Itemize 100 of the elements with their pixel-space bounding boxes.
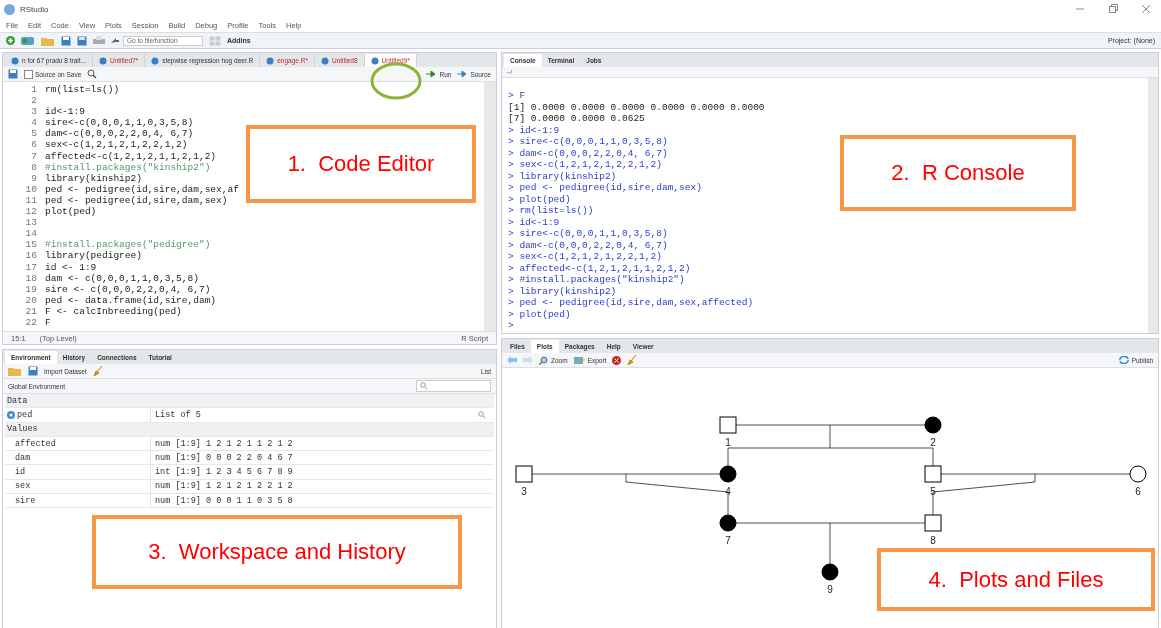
image-icon (573, 355, 585, 365)
arrow-icon (111, 36, 120, 45)
console-line: > dam<-c(0,0,0,2,2,0,4, 6,7) (508, 239, 668, 251)
expand-icon[interactable] (7, 410, 15, 419)
line-number: 22 (24, 316, 38, 329)
variable-name: dam (14, 452, 32, 463)
console-line: > dam<-c(0,0,0,2,2,0,4, 6,7) (508, 147, 668, 159)
console-line: > sex<-c(1,2,1,2,1,2,2,1,2) (508, 251, 662, 263)
line-number: 18 (24, 272, 38, 284)
line-number: 15 (24, 239, 38, 251)
new-file-icon[interactable] (6, 36, 15, 45)
file-icon (370, 56, 379, 65)
code-line: dam<-c(0,0,0,2,2,0,4, 6,7) (45, 128, 194, 140)
code-line: rm(list=ls()) (45, 84, 120, 96)
annotation-callout: 2. R Console (840, 135, 1076, 211)
search-field[interactable] (416, 380, 491, 392)
line-number: 12 (24, 206, 38, 218)
code-line: F (45, 316, 51, 329)
magnifier-icon (539, 355, 548, 365)
console-line: > affected<-c(1,2,1,2,1,1,2,1,2) (508, 262, 691, 274)
line-number: 5 (30, 128, 38, 140)
line-number: 8 (30, 161, 38, 173)
line-number: 16 (24, 250, 38, 262)
save-icon[interactable] (8, 69, 18, 79)
annotation-callout: 3. Workspace and History (92, 515, 462, 589)
annotation-callout: 1. Code Editor (246, 125, 476, 203)
annotation-callout: 4. Plots and Files (877, 548, 1155, 611)
restore-icon[interactable] (1108, 4, 1118, 14)
line-number: 13 (24, 217, 38, 229)
node-label: 7 (725, 535, 731, 546)
search-icon[interactable] (87, 69, 98, 79)
line-number: 21 (24, 305, 38, 317)
code-line: library(pedigree) (45, 250, 142, 262)
broom-icon[interactable] (92, 366, 103, 376)
app-logo-icon (4, 3, 15, 15)
save-icon[interactable] (61, 35, 71, 46)
variable-value: num [1:9] 0 0 0 1 1 0 3 5 8 (150, 494, 494, 508)
line-number: 3 (30, 106, 38, 118)
remove-plot-icon[interactable] (612, 355, 622, 365)
variable-name: sire (14, 495, 37, 506)
console-line: > ped <- pedigree(id,sire,dam,sex) (508, 182, 702, 194)
file-icon (151, 56, 160, 65)
console-line: > id<-1:9 (508, 124, 560, 136)
node-label: 1 (725, 437, 731, 448)
console-line: > ped <- pedigree(id,sire,dam,sex,affected) (508, 297, 754, 309)
close-icon[interactable] (1141, 4, 1151, 14)
variable-name: sex (14, 481, 32, 492)
node-label: 5 (930, 486, 936, 497)
code-line: F <- calcInbreeding(ped) (45, 305, 182, 317)
print-icon[interactable] (93, 35, 105, 46)
folder-icon[interactable] (41, 35, 55, 46)
variable-value: num [1:9] 0 0 0 2 2 0 4 6 7 (150, 451, 494, 465)
back-arrow-icon[interactable] (507, 356, 517, 364)
file-icon (11, 56, 19, 65)
sync-arrows-icon (1118, 356, 1129, 364)
line-number: 7 (30, 150, 38, 162)
console-line: > plot(ped) (508, 193, 571, 205)
console-line: > F (508, 90, 526, 102)
line-number: 17 (24, 261, 38, 273)
console-line: > sex<-c(1,2,1,2,1,2,2,1,2) (508, 159, 662, 171)
code-line: sire <- c(0,0,0,2,2,0,4, 6,7) (45, 283, 211, 295)
console-line: > id<-1:9 (508, 216, 560, 228)
highlight-circle (369, 61, 423, 101)
file-icon (98, 56, 107, 65)
broom-icon[interactable] (627, 355, 638, 365)
line-number: 20 (24, 294, 38, 306)
node-label: 3 (521, 486, 527, 497)
variable-value: num [1:9] 1 2 1 2 1 2 2 1 2 (150, 479, 494, 494)
folder-icon[interactable] (8, 366, 22, 376)
save-all-icon[interactable] (77, 35, 87, 46)
section-header: Data (6, 395, 29, 406)
line-number: 10 (24, 183, 38, 195)
code-line: id<-1:9 (45, 106, 85, 118)
line-number: 4 (30, 117, 38, 129)
save-icon[interactable] (28, 366, 38, 376)
console-line: > (508, 320, 514, 332)
variable-name: ped (17, 409, 33, 420)
descent-line (829, 522, 831, 565)
line-number: 2 (30, 95, 38, 107)
code-line: dam <- c(0,0,0,1,1,0,3,5,8) (45, 272, 199, 284)
console-line: > library(kinship2) (508, 285, 617, 297)
console-line: > plot(ped) (508, 308, 571, 320)
code-line: #install.packages("pedigree") (45, 239, 211, 251)
node-label: 2 (930, 437, 936, 448)
console-line: > sire<-c(0,0,0,1,1,0,3,5,8) (508, 228, 668, 240)
code-line: ped <- data.frame(id,sire,dam) (45, 294, 217, 306)
console-line: > #install.packages("kinship2") (508, 274, 685, 286)
node-label: 4 (725, 486, 731, 497)
code-line: ped <- pedigree(id,sire,dam,sex) (45, 194, 228, 207)
code-line: ped <- pedigree(id,sire,dam,sex,af (45, 183, 239, 195)
console-line: [1] 0.0000 0.0000 0.0000 0.0000 0.0000 0.0000 (508, 101, 765, 113)
node-label: 6 (1135, 486, 1141, 497)
variable-value: num [1:9] 1 2 1 2 1 1 2 1 2 (150, 436, 494, 451)
node-label: 9 (827, 584, 833, 595)
code-line: #install.packages("kinship2") (45, 161, 211, 173)
code-line: affected<-c(1,2,1,2,1,1,2,1,2) (45, 150, 217, 162)
code-line: sire<-c(0,0,0,1,1,0,3,5,8) (45, 117, 194, 129)
search-icon (420, 382, 428, 390)
console-line: [7] 0.0000 0.0000 0.0625 (508, 113, 645, 125)
new-project-icon[interactable] (21, 35, 35, 46)
